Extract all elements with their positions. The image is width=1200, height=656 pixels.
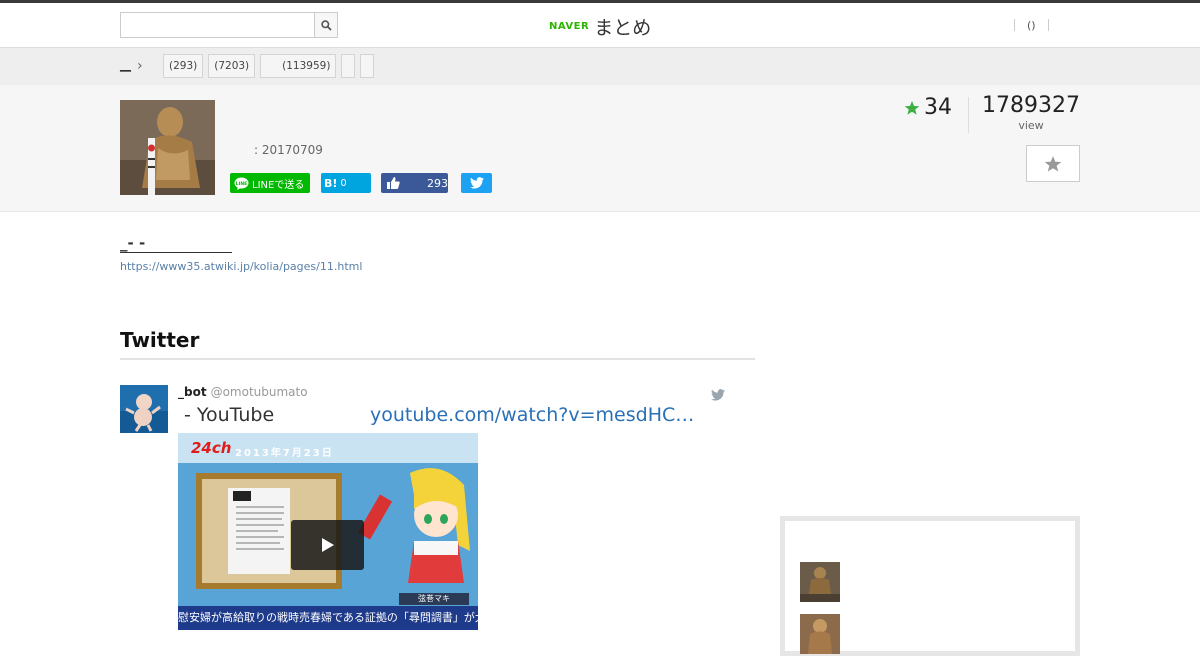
logo-product: まとめ bbox=[594, 16, 652, 39]
video-date: 2013年7月23日 bbox=[235, 448, 334, 459]
stats-divider bbox=[968, 97, 969, 133]
search-icon bbox=[320, 19, 332, 31]
header-user-nav: () bbox=[1014, 15, 1049, 35]
statue-image bbox=[120, 100, 215, 195]
breadcrumb-link[interactable]: __ bbox=[120, 59, 131, 72]
hatena-bookmark-button[interactable]: B! 0 bbox=[321, 173, 371, 193]
video-name-tag: 弦巻マキ bbox=[399, 593, 469, 605]
hatena-icon: B! bbox=[324, 176, 338, 190]
category-bar: __ › (293) (7203) (113959) bbox=[0, 48, 1200, 86]
header-divider bbox=[1047, 19, 1049, 31]
line-icon: LINE bbox=[234, 177, 249, 190]
video-channel-logo: 24ch bbox=[191, 439, 232, 457]
svg-text:LINE: LINE bbox=[236, 181, 247, 187]
tag-item[interactable]: (293) bbox=[163, 54, 204, 78]
twitter-bird-icon[interactable] bbox=[711, 386, 725, 405]
tweet-author-name[interactable]: _bot bbox=[178, 385, 207, 399]
search-input[interactable] bbox=[121, 13, 315, 37]
tag-item[interactable]: (113959) bbox=[260, 54, 337, 78]
tweet-avatar[interactable] bbox=[120, 385, 168, 433]
favorite-number: 34 bbox=[924, 95, 952, 120]
play-icon bbox=[321, 538, 334, 552]
line-share-label: LINEで送る bbox=[252, 179, 305, 191]
section-heading: Twitter bbox=[120, 328, 200, 352]
section-divider bbox=[120, 358, 755, 360]
chevron-right-icon: › bbox=[137, 57, 143, 74]
view-label: view bbox=[1018, 119, 1044, 132]
play-button[interactable] bbox=[291, 520, 364, 570]
tag-item[interactable] bbox=[360, 54, 375, 78]
site-logo[interactable]: NAVER まとめ bbox=[549, 13, 651, 39]
related-thumbnail[interactable] bbox=[800, 562, 840, 602]
avatar-image bbox=[120, 385, 168, 433]
twitter-logo-icon bbox=[711, 389, 725, 401]
matome-info: : 20170709 LINE LINEで送る B! 0 293 34 1789… bbox=[0, 85, 1200, 212]
hatena-count: 0 bbox=[340, 177, 347, 189]
add-favorite-button[interactable] bbox=[1026, 145, 1080, 182]
facebook-count: 293 bbox=[427, 176, 448, 190]
tag-item[interactable]: (7203) bbox=[208, 54, 256, 78]
update-date: : 20170709 bbox=[254, 143, 323, 157]
search-box bbox=[120, 12, 338, 38]
site-header: NAVER まとめ () bbox=[0, 3, 1200, 48]
twitter-bird-icon bbox=[469, 177, 484, 189]
tweet-text: - YouTube bbox=[184, 404, 275, 426]
breadcrumb: __ › bbox=[120, 57, 143, 74]
view-number: 1789327 bbox=[982, 93, 1080, 118]
facebook-like-button[interactable]: 293 bbox=[381, 173, 448, 193]
tag-list: (293) (7203) (113959) bbox=[163, 54, 379, 78]
matome-thumbnail[interactable] bbox=[120, 100, 215, 195]
source-url[interactable]: https://www35.atwiki.jp/kolia/pages/11.h… bbox=[120, 260, 362, 273]
related-thumbnail[interactable] bbox=[800, 614, 840, 654]
twitter-share-button[interactable] bbox=[461, 173, 492, 193]
tweet-author: _bot @omotubumato bbox=[178, 385, 308, 399]
tweet-link[interactable]: youtube.com/watch?v=mesdHC… bbox=[370, 404, 694, 426]
view-count: 1789327 view bbox=[982, 93, 1080, 132]
tag-item[interactable] bbox=[341, 54, 356, 78]
video-caption: 慰安婦が高給取りの戦時売春婦である証拠の「尋問調書」が大発見！ bbox=[178, 606, 478, 630]
thumbs-up-icon bbox=[387, 177, 400, 189]
star-outline-icon bbox=[1044, 155, 1062, 171]
line-share-button[interactable]: LINE LINEで送る bbox=[230, 173, 310, 193]
favorite-count: 34 bbox=[904, 95, 952, 120]
video-embed[interactable]: 24ch 2013年7月23日 弦巻マキ 慰安婦が高給取りの戦時売春婦である証拠… bbox=[178, 433, 478, 630]
related-image bbox=[800, 562, 840, 602]
source-title[interactable]: _- - bbox=[120, 234, 232, 253]
related-image bbox=[800, 614, 840, 654]
logo-brand: NAVER bbox=[549, 20, 590, 32]
tweet-author-handle[interactable]: @omotubumato bbox=[211, 385, 308, 399]
user-link[interactable]: () bbox=[1015, 19, 1048, 32]
star-icon bbox=[904, 100, 920, 115]
search-button[interactable] bbox=[314, 13, 337, 37]
